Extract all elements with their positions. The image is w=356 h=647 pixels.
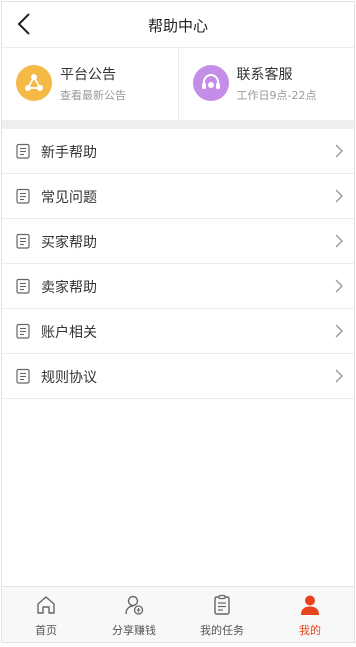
chevron-right-icon xyxy=(335,144,343,158)
menu-item-rules[interactable]: 规则协议 xyxy=(2,354,354,399)
headset-icon xyxy=(192,65,229,101)
document-icon xyxy=(16,368,30,384)
tab-label: 分享赚钱 xyxy=(112,624,156,637)
announcement-title: 平台公告 xyxy=(60,67,116,83)
document-icon xyxy=(16,143,30,159)
menu-item-label: 卖家帮助 xyxy=(41,280,97,296)
tab-label: 首页 xyxy=(35,624,57,637)
document-icon xyxy=(16,188,30,204)
chevron-right-icon xyxy=(335,189,343,203)
menu-item-label: 账户相关 xyxy=(41,325,97,341)
top-bar: 帮助中心 xyxy=(2,2,354,48)
menu-item-account[interactable]: 账户相关 xyxy=(2,309,354,354)
menu-item-buyer-help[interactable]: 买家帮助 xyxy=(2,219,354,264)
menu-item-label: 买家帮助 xyxy=(41,235,97,251)
tab-label: 我的任务 xyxy=(200,624,244,637)
document-icon xyxy=(16,278,30,294)
chevron-right-icon xyxy=(335,369,343,383)
customer-service-title: 联系客服 xyxy=(236,67,293,83)
help-menu-list: 新手帮助 常见问题 买家帮助 卖家帮助 账户相关 规则协议 xyxy=(2,129,354,399)
tab-share-earn[interactable]: 分享赚钱 xyxy=(90,587,178,642)
announcement-card[interactable]: 平台公告 查看最新公告 xyxy=(2,48,178,120)
announcement-subtitle: 查看最新公告 xyxy=(60,89,126,102)
tab-mine[interactable]: 我的 xyxy=(266,587,354,642)
share-nodes-icon xyxy=(16,65,52,101)
menu-item-faq[interactable]: 常见问题 xyxy=(2,174,354,219)
menu-item-label: 新手帮助 xyxy=(41,145,97,161)
menu-item-seller-help[interactable]: 卖家帮助 xyxy=(2,264,354,309)
share-money-icon xyxy=(125,595,144,615)
tab-home[interactable]: 首页 xyxy=(2,587,90,642)
task-list-icon xyxy=(214,594,230,615)
menu-item-beginner-help[interactable]: 新手帮助 xyxy=(2,129,354,174)
menu-item-label: 规则协议 xyxy=(41,370,97,386)
document-icon xyxy=(16,233,30,249)
customer-service-subtitle: 工作日9点-22点 xyxy=(236,89,317,102)
user-icon xyxy=(301,595,319,615)
menu-item-label: 常见问题 xyxy=(41,190,97,206)
customer-service-card[interactable]: 联系客服 工作日9点-22点 xyxy=(177,48,355,120)
chevron-right-icon xyxy=(335,234,343,248)
tab-my-tasks[interactable]: 我的任务 xyxy=(178,587,266,642)
home-icon xyxy=(37,596,55,614)
app-frame: 帮助中心 平台公告 查看最新公告 联系客服 工作日9点-22点 新手帮助 常见问… xyxy=(1,1,355,643)
tab-label: 我的 xyxy=(299,624,321,637)
page-title: 帮助中心 xyxy=(147,17,208,35)
chevron-right-icon xyxy=(335,324,343,338)
quick-cards: 平台公告 查看最新公告 联系客服 工作日9点-22点 xyxy=(2,48,354,120)
section-divider xyxy=(2,120,354,129)
chevron-right-icon xyxy=(335,279,343,293)
document-icon xyxy=(16,323,30,339)
bottom-tab-bar: 首页 分享赚钱 我的任务 我的 xyxy=(2,586,354,642)
